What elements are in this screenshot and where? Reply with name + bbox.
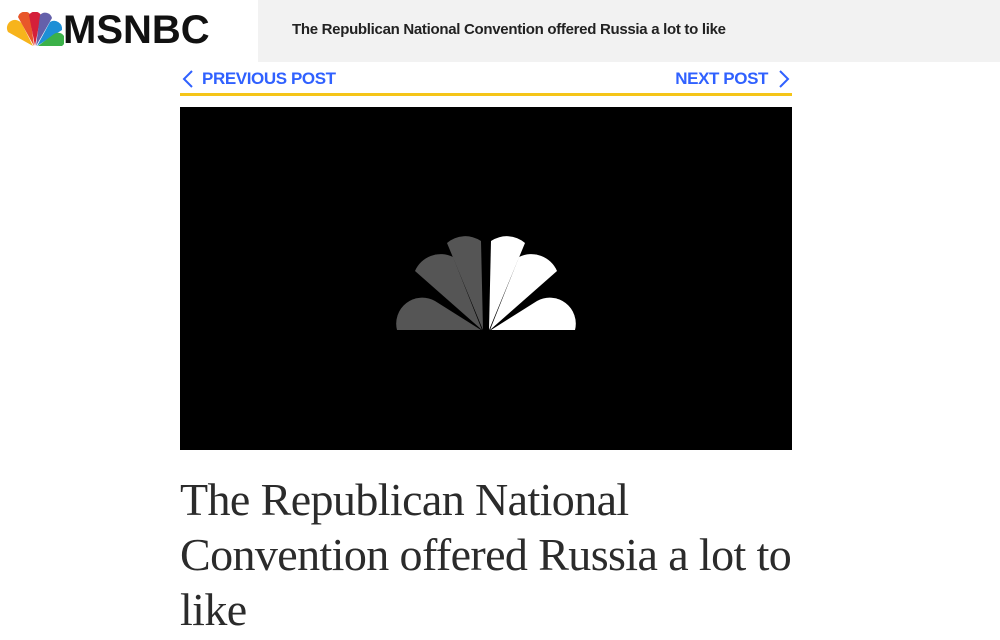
msnbc-logo[interactable]: MSNBC <box>0 0 258 62</box>
headline-strip: The Republican National Convention offer… <box>258 0 1000 62</box>
article-title: The Republican National Convention offer… <box>180 474 792 635</box>
logo-wordmark: MSNBC <box>63 8 210 52</box>
header-headline: The Republican National Convention offer… <box>292 21 726 38</box>
nbc-peacock-icon <box>396 236 576 330</box>
video-player[interactable] <box>180 107 792 450</box>
previous-post-link[interactable]: PREVIOUS POST <box>180 68 336 90</box>
previous-post-label: PREVIOUS POST <box>202 69 336 88</box>
chevron-left-icon <box>182 70 193 88</box>
post-navigation: PREVIOUS POST NEXT POST <box>180 64 792 96</box>
chevron-right-icon <box>779 70 790 88</box>
top-header: MSNBC The Republican National Convention… <box>0 0 1000 62</box>
next-post-label: NEXT POST <box>675 69 768 88</box>
peacock-icon <box>6 12 64 46</box>
next-post-link[interactable]: NEXT POST <box>675 68 792 90</box>
